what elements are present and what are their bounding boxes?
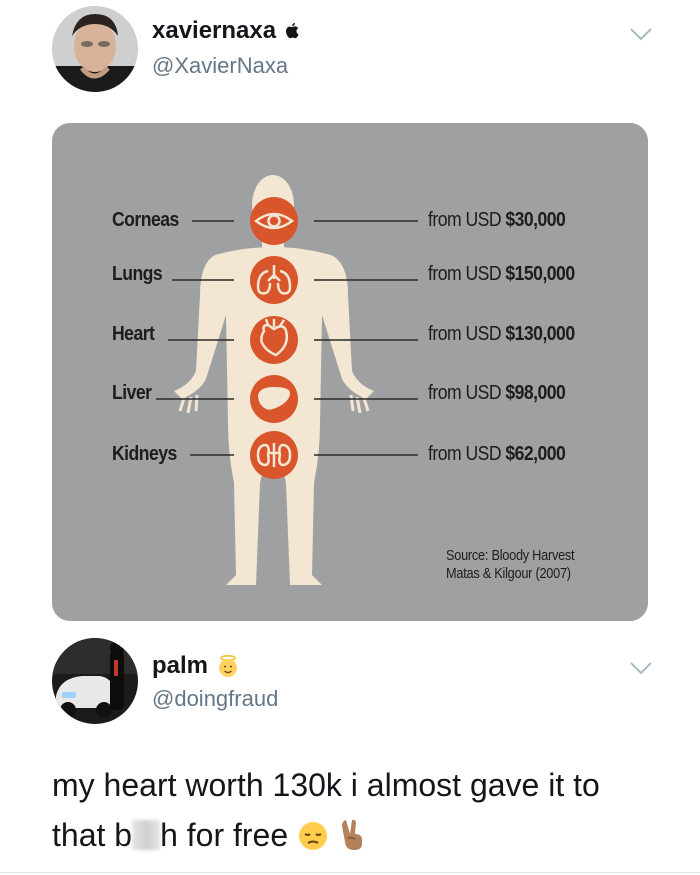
price-amount: $62,000	[505, 443, 566, 465]
price-amount: $30,000	[505, 209, 566, 231]
price-prefix: from USD	[428, 209, 502, 231]
price-prefix: from USD	[428, 263, 502, 285]
price-amount: $130,000	[505, 323, 575, 345]
apple-logo-icon	[286, 23, 299, 39]
price-kidneys: from USD $62,000	[428, 443, 566, 466]
price-liver: from USD $98,000	[428, 382, 566, 405]
original-tweet-header: xaviernaxa @XavierNaxa	[0, 0, 700, 110]
reply-author-handle[interactable]: @doingfraud	[152, 686, 278, 712]
organ-label-corneas: Corneas	[112, 209, 179, 231]
price-heart: from USD $130,000	[428, 323, 575, 346]
source-line-2: Matas & Kilgour (2007)	[446, 565, 571, 582]
author-display-name[interactable]: xaviernaxa	[152, 17, 276, 45]
reply-text-start: that b	[52, 817, 133, 853]
angel-emoji-icon	[219, 654, 238, 677]
reply-author-name-row: palm	[152, 652, 240, 680]
victory-hand-emoji	[341, 819, 362, 850]
organ-label-heart: Heart	[112, 323, 155, 345]
author-handle[interactable]: @XavierNaxa	[152, 53, 288, 79]
censor-blur	[132, 820, 161, 850]
organ-label-kidneys: Kidneys	[112, 443, 177, 465]
chevron-down-icon[interactable]	[628, 24, 654, 44]
source-citation: Source: Bloody Harvest Matas & Kilgour (…	[446, 547, 575, 583]
price-prefix: from USD	[428, 323, 502, 345]
xaviernaxa-avatar[interactable]	[52, 6, 138, 92]
organ-price-infographic: Corneas Lungs Heart Liver Kidneys from U…	[52, 123, 648, 621]
divider	[0, 872, 700, 873]
pensive-face-emoji	[299, 822, 328, 850]
reply-tweet-text: my heart worth 130k i almost gave it to …	[52, 760, 672, 860]
reply-author-display-name[interactable]: palm	[152, 652, 208, 680]
price-amount: $150,000	[505, 263, 575, 285]
organ-label-lungs: Lungs	[112, 263, 163, 285]
reply-tweet-header: palm @doingfraud	[0, 630, 700, 740]
reply-text-line-2: that b h for free	[52, 810, 672, 860]
reply-text-line-1: my heart worth 130k i almost gave it to	[52, 767, 600, 803]
palm-avatar[interactable]	[52, 638, 138, 724]
price-prefix: from USD	[428, 382, 502, 404]
author-name-row: xaviernaxa	[152, 17, 300, 45]
lungs-icon	[250, 256, 298, 304]
price-prefix: from USD	[428, 443, 502, 465]
organ-label-liver: Liver	[112, 382, 152, 404]
portrait-photo	[52, 6, 138, 92]
car-photo	[52, 638, 138, 724]
price-amount: $98,000	[505, 382, 566, 404]
price-corneas: from USD $30,000	[428, 209, 566, 232]
chevron-down-icon[interactable]	[628, 658, 654, 678]
price-lungs: from USD $150,000	[428, 263, 575, 286]
reply-text-end: h for free	[160, 817, 289, 853]
source-line-1: Source: Bloody Harvest	[446, 547, 575, 564]
